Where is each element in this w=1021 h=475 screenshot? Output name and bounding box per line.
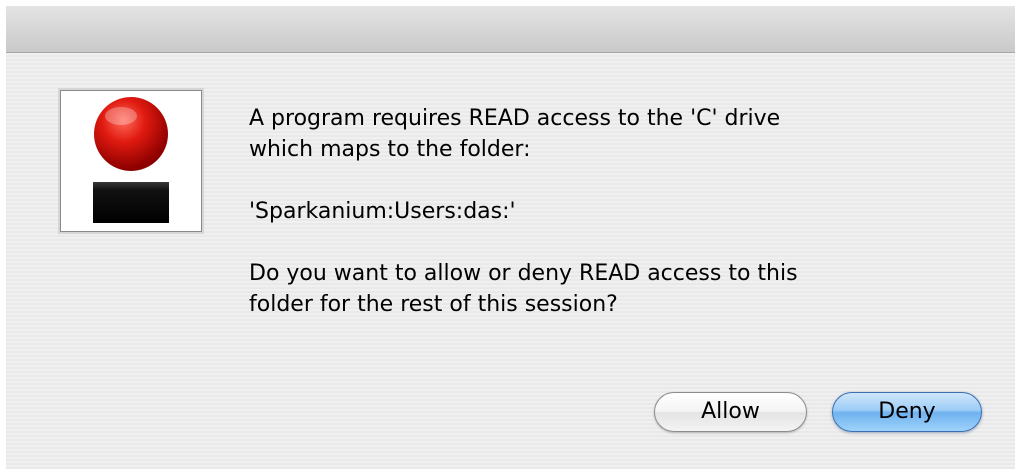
dialog-message: A program requires READ access to the 'C…	[249, 103, 969, 320]
message-line-4: folder for the rest of this session?	[249, 292, 618, 317]
folder-path: 'Sparkanium:Users:das:'	[249, 199, 516, 224]
access-permission-dialog: A program requires READ access to the 'C…	[6, 53, 1015, 469]
message-line-1: A program requires READ access to the 'C…	[249, 106, 781, 131]
message-paragraph-1: A program requires READ access to the 'C…	[249, 103, 969, 165]
window-titlebar[interactable]	[6, 6, 1015, 53]
app-icon	[60, 90, 202, 232]
deny-button[interactable]: Deny	[832, 392, 982, 432]
message-line-2: which maps to the folder:	[249, 137, 531, 162]
screen: A program requires READ access to the 'C…	[0, 0, 1021, 475]
allow-button[interactable]: Allow	[654, 392, 807, 432]
red-ball-icon	[93, 97, 169, 223]
message-line-3: Do you want to allow or deny READ access…	[249, 261, 798, 286]
message-paragraph-3: Do you want to allow or deny READ access…	[249, 258, 969, 320]
